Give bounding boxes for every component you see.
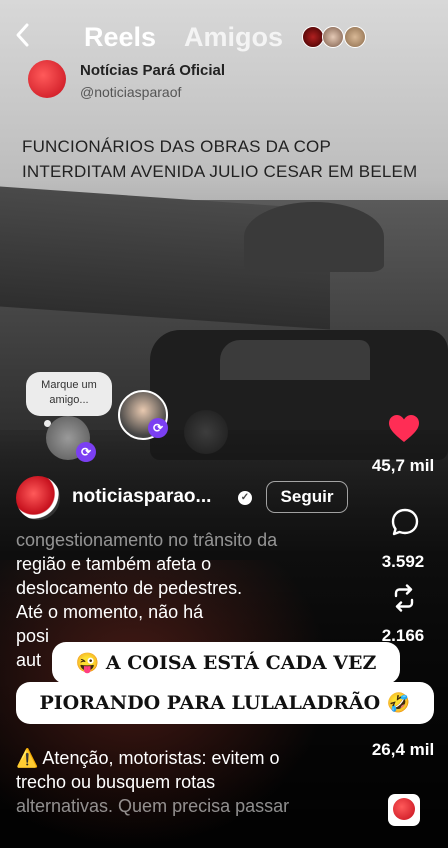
- account-name[interactable]: noticiasparao...: [72, 486, 211, 508]
- friend-avatar[interactable]: [302, 26, 324, 48]
- comments-count: 3.592: [381, 552, 425, 571]
- verified-icon: ✓: [238, 491, 252, 505]
- tweet-author-handle: @noticiasparaof: [80, 84, 182, 100]
- caption-line: região e também afeta o: [16, 554, 212, 574]
- friend-avatar[interactable]: [322, 26, 344, 48]
- reel-viewer[interactable]: Notícias Pará Oficial @noticiasparaof FU…: [0, 0, 448, 848]
- likes-count: 45,7 mil: [371, 456, 435, 475]
- caption-line: Até o momento, não há: [16, 602, 204, 622]
- repost-icon: ⟳: [76, 442, 96, 462]
- noticias-para-logo-icon: [28, 60, 66, 98]
- repost-icon: ⟳: [148, 418, 168, 438]
- tab-amigos[interactable]: Amigos: [184, 22, 283, 53]
- caption-line: trecho ou busquem rotas: [16, 772, 216, 792]
- repost-button[interactable]: [391, 584, 417, 617]
- follow-button[interactable]: Seguir: [266, 481, 348, 513]
- comment-button[interactable]: [391, 508, 419, 541]
- caption-continued[interactable]: ⚠️ Atenção, motoristas: evitem o trecho …: [16, 746, 346, 818]
- tab-reels[interactable]: Reels: [84, 22, 156, 53]
- video-car-window: [220, 340, 370, 380]
- chevron-left-icon: [16, 23, 29, 47]
- caption-line: alternativas. Quem precisa passar: [16, 796, 290, 816]
- audio-thumbnail[interactable]: [388, 794, 420, 826]
- caption-line: congestionamento no trânsito da: [16, 530, 278, 550]
- top-bar: Reels Amigos: [0, 20, 448, 56]
- friend-avatar[interactable]: [184, 410, 228, 454]
- tweet-author-name: Notícias Pará Oficial: [80, 62, 226, 79]
- repost-icon: [394, 584, 414, 612]
- back-button[interactable]: [14, 22, 30, 55]
- bubble-text: Marque um: [41, 379, 97, 391]
- caption-line: deslocamento de pedestres.: [16, 578, 243, 598]
- comment-icon: [391, 508, 419, 536]
- tweet-text-line: FUNCIONÁRIOS DAS OBRAS DA COP: [22, 137, 332, 156]
- bubble-text: amigo...: [49, 394, 89, 406]
- tweet-text-line: INTERDITAM AVENIDA JULIO CESAR EM BELEM: [22, 162, 418, 181]
- banner-text: PIORANDO PARA LULALADRÃO 🤣: [16, 682, 434, 724]
- tweet-card: Notícias Pará Oficial @noticiasparaof FU…: [18, 58, 448, 188]
- like-button[interactable]: [388, 414, 420, 449]
- video-tree: [244, 202, 384, 272]
- banner-text: 😜 A COISA ESTÁ CADA VEZ: [52, 642, 400, 684]
- account-avatar[interactable]: [16, 476, 60, 520]
- tag-friend-bubble[interactable]: Marque um amigo...: [26, 372, 112, 416]
- caption-line: ⚠️ Atenção, motoristas: evitem o: [16, 748, 280, 768]
- friend-avatar[interactable]: [344, 26, 366, 48]
- tweet-text: FUNCIONÁRIOS DAS OBRAS DA COP INTERDITAM…: [22, 134, 442, 184]
- shares-count: 26,4 mil: [371, 740, 435, 759]
- heart-icon: [389, 415, 419, 442]
